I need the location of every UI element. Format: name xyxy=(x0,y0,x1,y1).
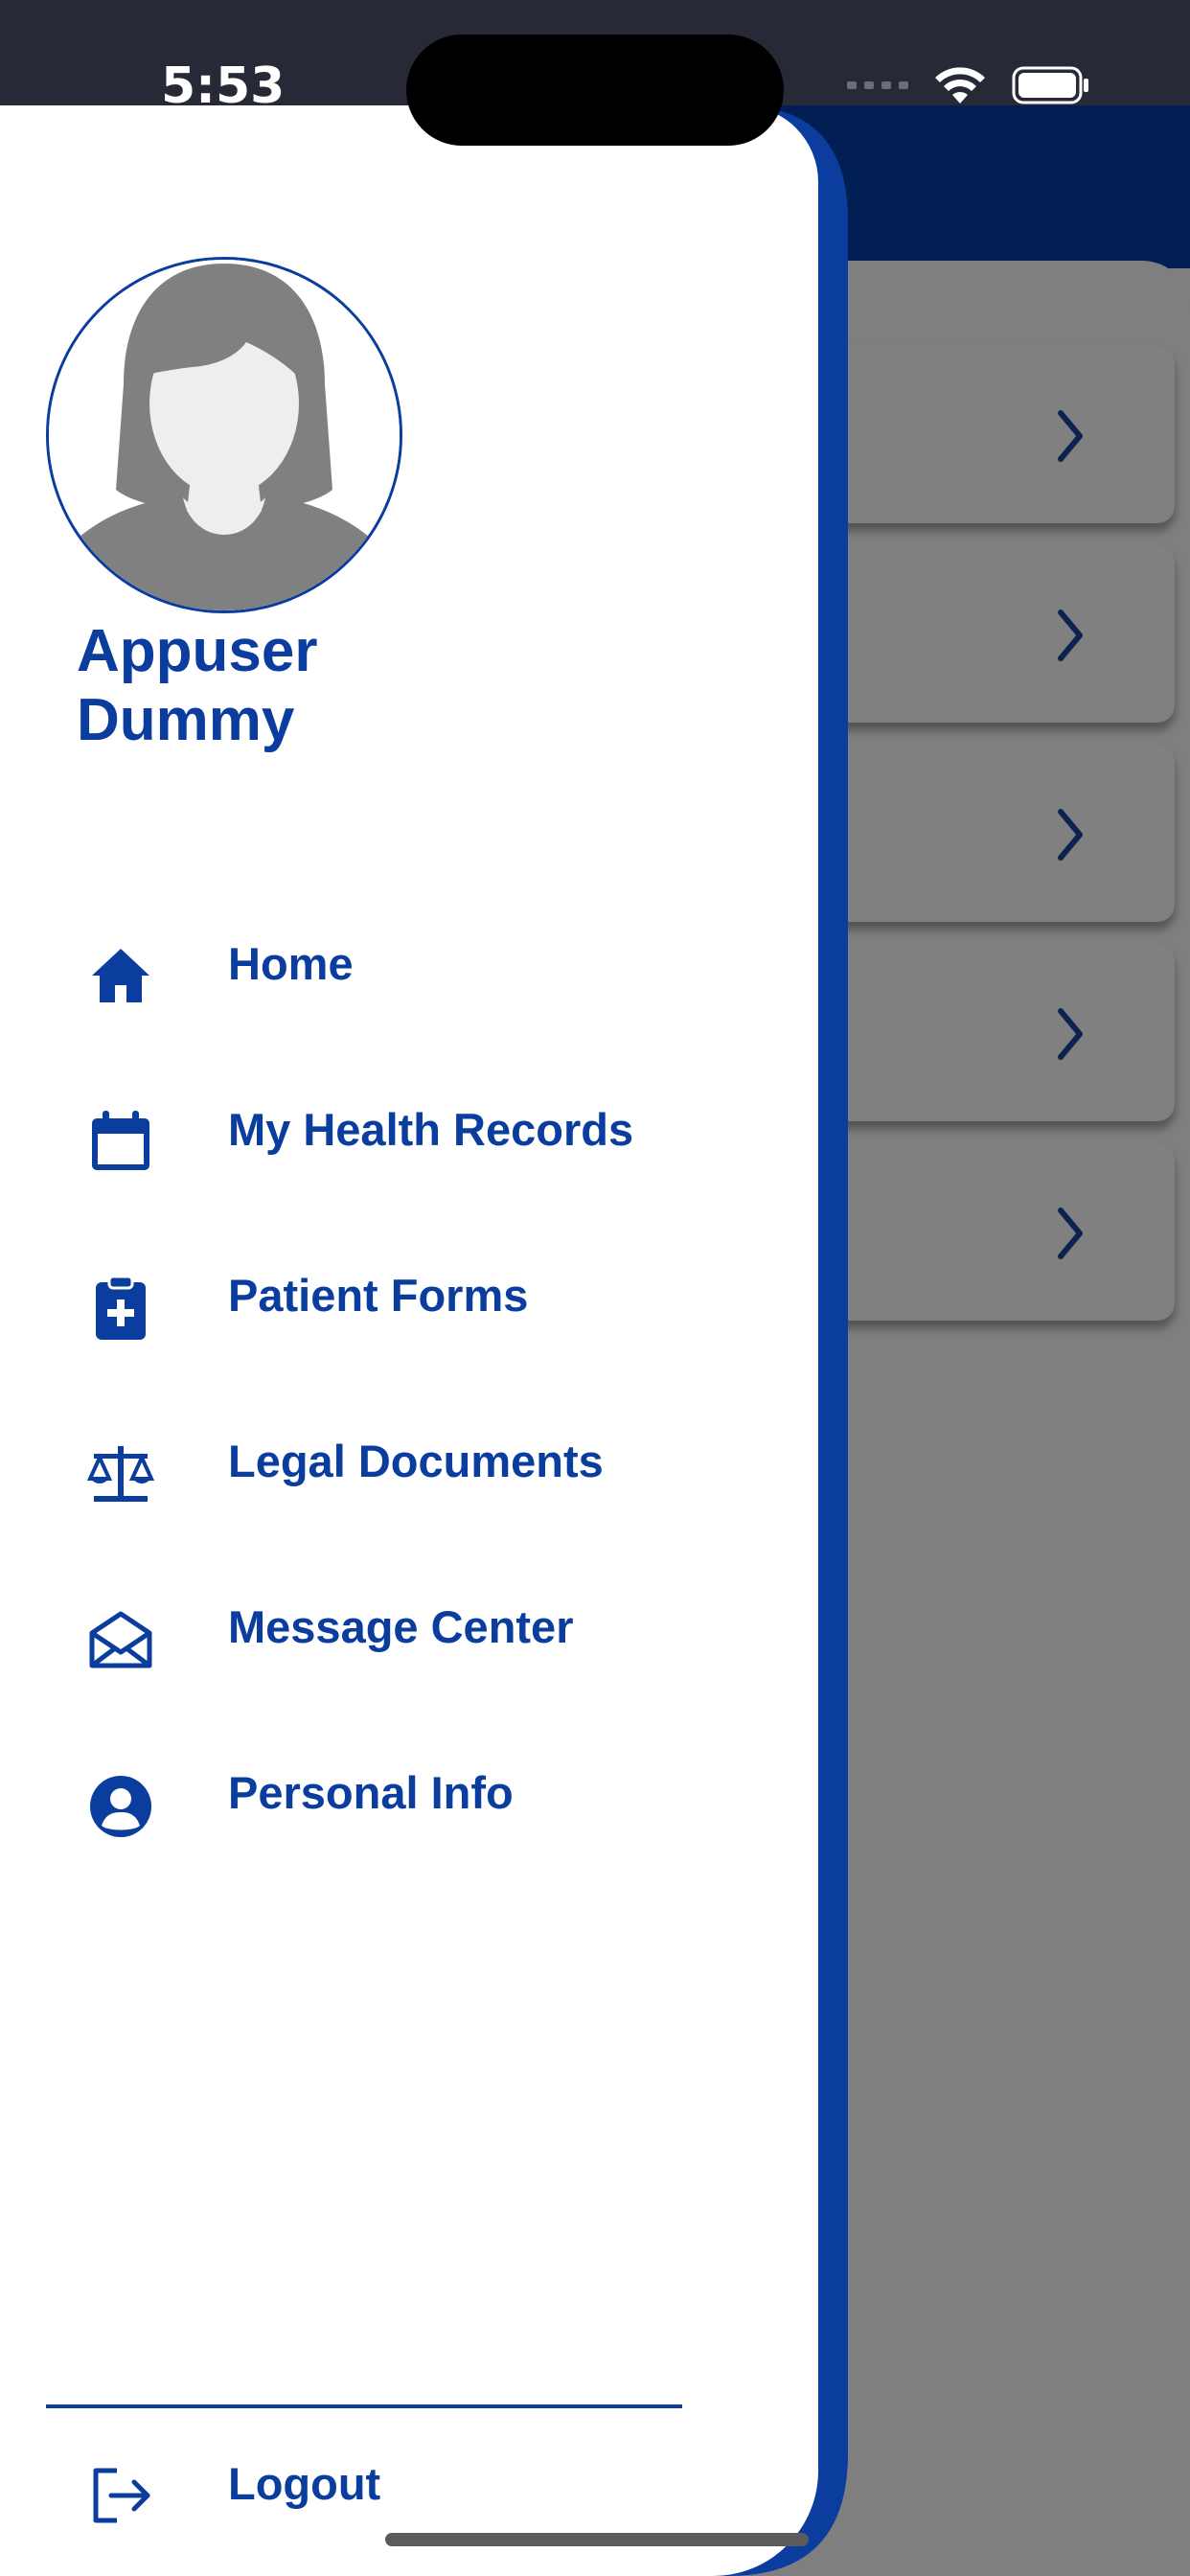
menu-item-label: Patient Forms xyxy=(228,1270,529,1321)
menu-item-label: Home xyxy=(228,938,354,989)
menu-item-label: My Health Records xyxy=(228,1104,634,1155)
user-circle-icon xyxy=(90,1776,151,1837)
home-icon xyxy=(92,949,149,1002)
dynamic-island xyxy=(406,34,784,146)
avatar[interactable] xyxy=(46,257,402,613)
menu-item-label: Legal Documents xyxy=(228,1436,604,1486)
drawer-menu: Home My Health Records Patient Forms Leg… xyxy=(0,882,747,1876)
user-first-name: Appuser xyxy=(77,618,318,684)
navigation-drawer: Appuser Dummy Home My Health Records Pat… xyxy=(0,105,818,2576)
menu-item-legal-documents[interactable]: Legal Documents xyxy=(0,1379,747,1545)
user-silhouette-icon xyxy=(49,260,400,610)
menu-item-message-center[interactable]: Message Center xyxy=(0,1545,747,1711)
scale-icon xyxy=(86,1446,155,1502)
drawer-handle[interactable] xyxy=(788,1301,807,1399)
menu-item-home[interactable]: Home xyxy=(0,882,747,1047)
user-last-name: Dummy xyxy=(77,687,295,753)
calendar-icon xyxy=(92,1111,149,1170)
clipboard-medical-icon xyxy=(96,1275,146,1340)
logout-divider xyxy=(46,2404,682,2408)
logout-button[interactable]: Logout xyxy=(0,2434,671,2540)
user-name: Appuser Dummy xyxy=(77,617,317,755)
menu-item-my-health-records[interactable]: My Health Records xyxy=(0,1047,747,1213)
menu-item-label: Message Center xyxy=(228,1601,574,1652)
logout-icon xyxy=(93,2468,150,2523)
home-indicator[interactable] xyxy=(385,2533,809,2546)
menu-item-personal-info[interactable]: Personal Info xyxy=(0,1711,747,1876)
logout-label: Logout xyxy=(228,2458,381,2509)
menu-item-label: Personal Info xyxy=(228,1767,514,1818)
menu-item-patient-forms[interactable]: Patient Forms xyxy=(0,1213,747,1379)
envelope-open-icon xyxy=(89,1611,152,1668)
